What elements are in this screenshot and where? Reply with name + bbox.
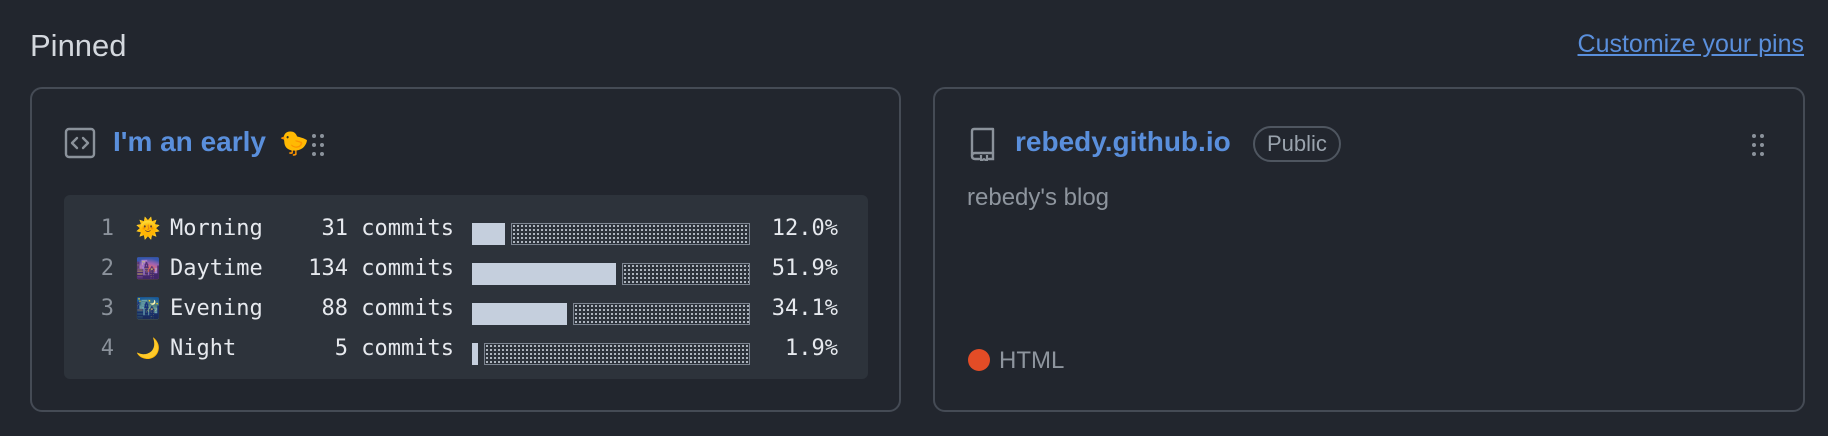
progress-bar bbox=[472, 263, 750, 285]
language-color-dot bbox=[968, 349, 990, 371]
percent-value: 51.9% bbox=[771, 256, 838, 281]
progress-bar bbox=[472, 303, 750, 325]
repo-language: HTML bbox=[999, 347, 1065, 374]
gist-code-block: 1 🌞 Morning 31 commits 12.0% 2 🌆 Daytime 134 com… bbox=[64, 195, 868, 379]
percent-value: 1.9% bbox=[785, 336, 838, 361]
progress-bar-fill bbox=[472, 263, 616, 285]
commit-count: 88 commits bbox=[321, 296, 454, 321]
progress-bar-track bbox=[622, 263, 750, 285]
period-label: Night bbox=[170, 336, 237, 361]
line-number: 3 bbox=[100, 296, 114, 321]
line-number: 2 bbox=[100, 256, 114, 281]
gist-line: 2 🌆 Daytime 134 commits 51.9% bbox=[64, 256, 868, 290]
period-emoji-icon: 🌙 bbox=[135, 336, 161, 360]
code-square-icon bbox=[64, 127, 96, 159]
chick-emoji-icon: 🐤 bbox=[279, 130, 309, 157]
progress-bar bbox=[472, 343, 750, 365]
pinned-repo-card: rebedy.github.io Public rebedy's blog HT… bbox=[933, 87, 1805, 412]
progress-bar-track bbox=[511, 223, 750, 245]
gist-line: 1 🌞 Morning 31 commits 12.0% bbox=[64, 216, 868, 250]
pinned-gist-card: I'm an early 🐤 1 🌞 Morning 31 commits 12.0% 2… bbox=[30, 87, 901, 412]
repo-description: rebedy's blog bbox=[967, 184, 1110, 211]
gist-line: 3 🌃 Evening 88 commits 34.1% bbox=[64, 296, 868, 330]
period-emoji-icon: 🌃 bbox=[135, 296, 161, 320]
pinned-section: Pinned Customize your pins I'm an early … bbox=[0, 0, 1828, 436]
period-emoji-icon: 🌞 bbox=[135, 216, 161, 240]
grabber-icon[interactable] bbox=[1751, 133, 1765, 157]
period-label: Daytime bbox=[170, 256, 263, 281]
progress-bar-track bbox=[484, 343, 750, 365]
progress-bar-track bbox=[573, 303, 750, 325]
percent-value: 12.0% bbox=[771, 216, 838, 241]
period-label: Morning bbox=[170, 216, 263, 241]
period-emoji-icon: 🌆 bbox=[135, 256, 161, 280]
percent-value: 34.1% bbox=[771, 296, 838, 321]
progress-bar bbox=[472, 223, 750, 245]
commit-count: 5 commits bbox=[334, 336, 454, 361]
visibility-badge: Public bbox=[1253, 126, 1341, 162]
repo-book-icon bbox=[970, 127, 995, 161]
pinned-heading: Pinned bbox=[30, 28, 127, 63]
customize-pins-link[interactable]: Customize your pins bbox=[1578, 30, 1804, 59]
progress-bar-fill bbox=[472, 223, 505, 245]
commit-count: 134 commits bbox=[308, 256, 454, 281]
period-label: Evening bbox=[170, 296, 263, 321]
gist-line: 4 🌙 Night 5 commits 1.9% bbox=[64, 336, 868, 370]
commit-count: 31 commits bbox=[321, 216, 454, 241]
repo-name-link[interactable]: rebedy.github.io bbox=[1015, 126, 1231, 158]
progress-bar-fill bbox=[472, 343, 478, 365]
grabber-icon[interactable] bbox=[311, 133, 325, 157]
gist-title-link[interactable]: I'm an early bbox=[113, 126, 266, 158]
line-number: 4 bbox=[100, 336, 114, 361]
line-number: 1 bbox=[100, 216, 114, 241]
progress-bar-fill bbox=[472, 303, 567, 325]
